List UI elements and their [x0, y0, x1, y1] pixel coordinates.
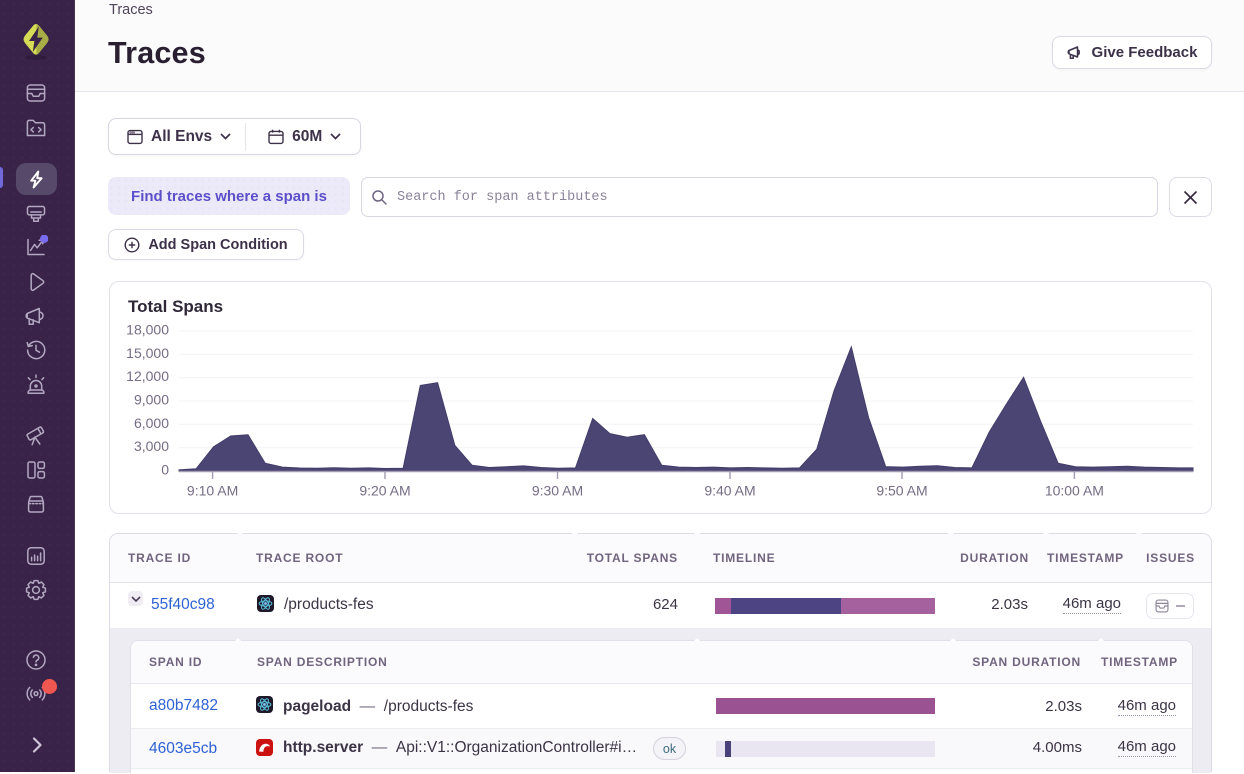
svg-text:18,000: 18,000 [126, 322, 169, 338]
svg-text:15,000: 15,000 [126, 345, 169, 361]
svg-text:9:20 AM: 9:20 AM [359, 483, 410, 499]
svg-text:0: 0 [161, 462, 169, 478]
svg-text:6,000: 6,000 [134, 415, 169, 431]
svg-text:10:00 AM: 10:00 AM [1045, 483, 1104, 499]
svg-text:9:50 AM: 9:50 AM [876, 483, 927, 499]
svg-text:12,000: 12,000 [126, 368, 169, 384]
svg-text:9:30 AM: 9:30 AM [532, 483, 583, 499]
svg-text:3,000: 3,000 [134, 438, 169, 454]
svg-text:9:10 AM: 9:10 AM [187, 483, 238, 499]
svg-text:9,000: 9,000 [134, 392, 169, 408]
svg-text:9:40 AM: 9:40 AM [704, 483, 755, 499]
